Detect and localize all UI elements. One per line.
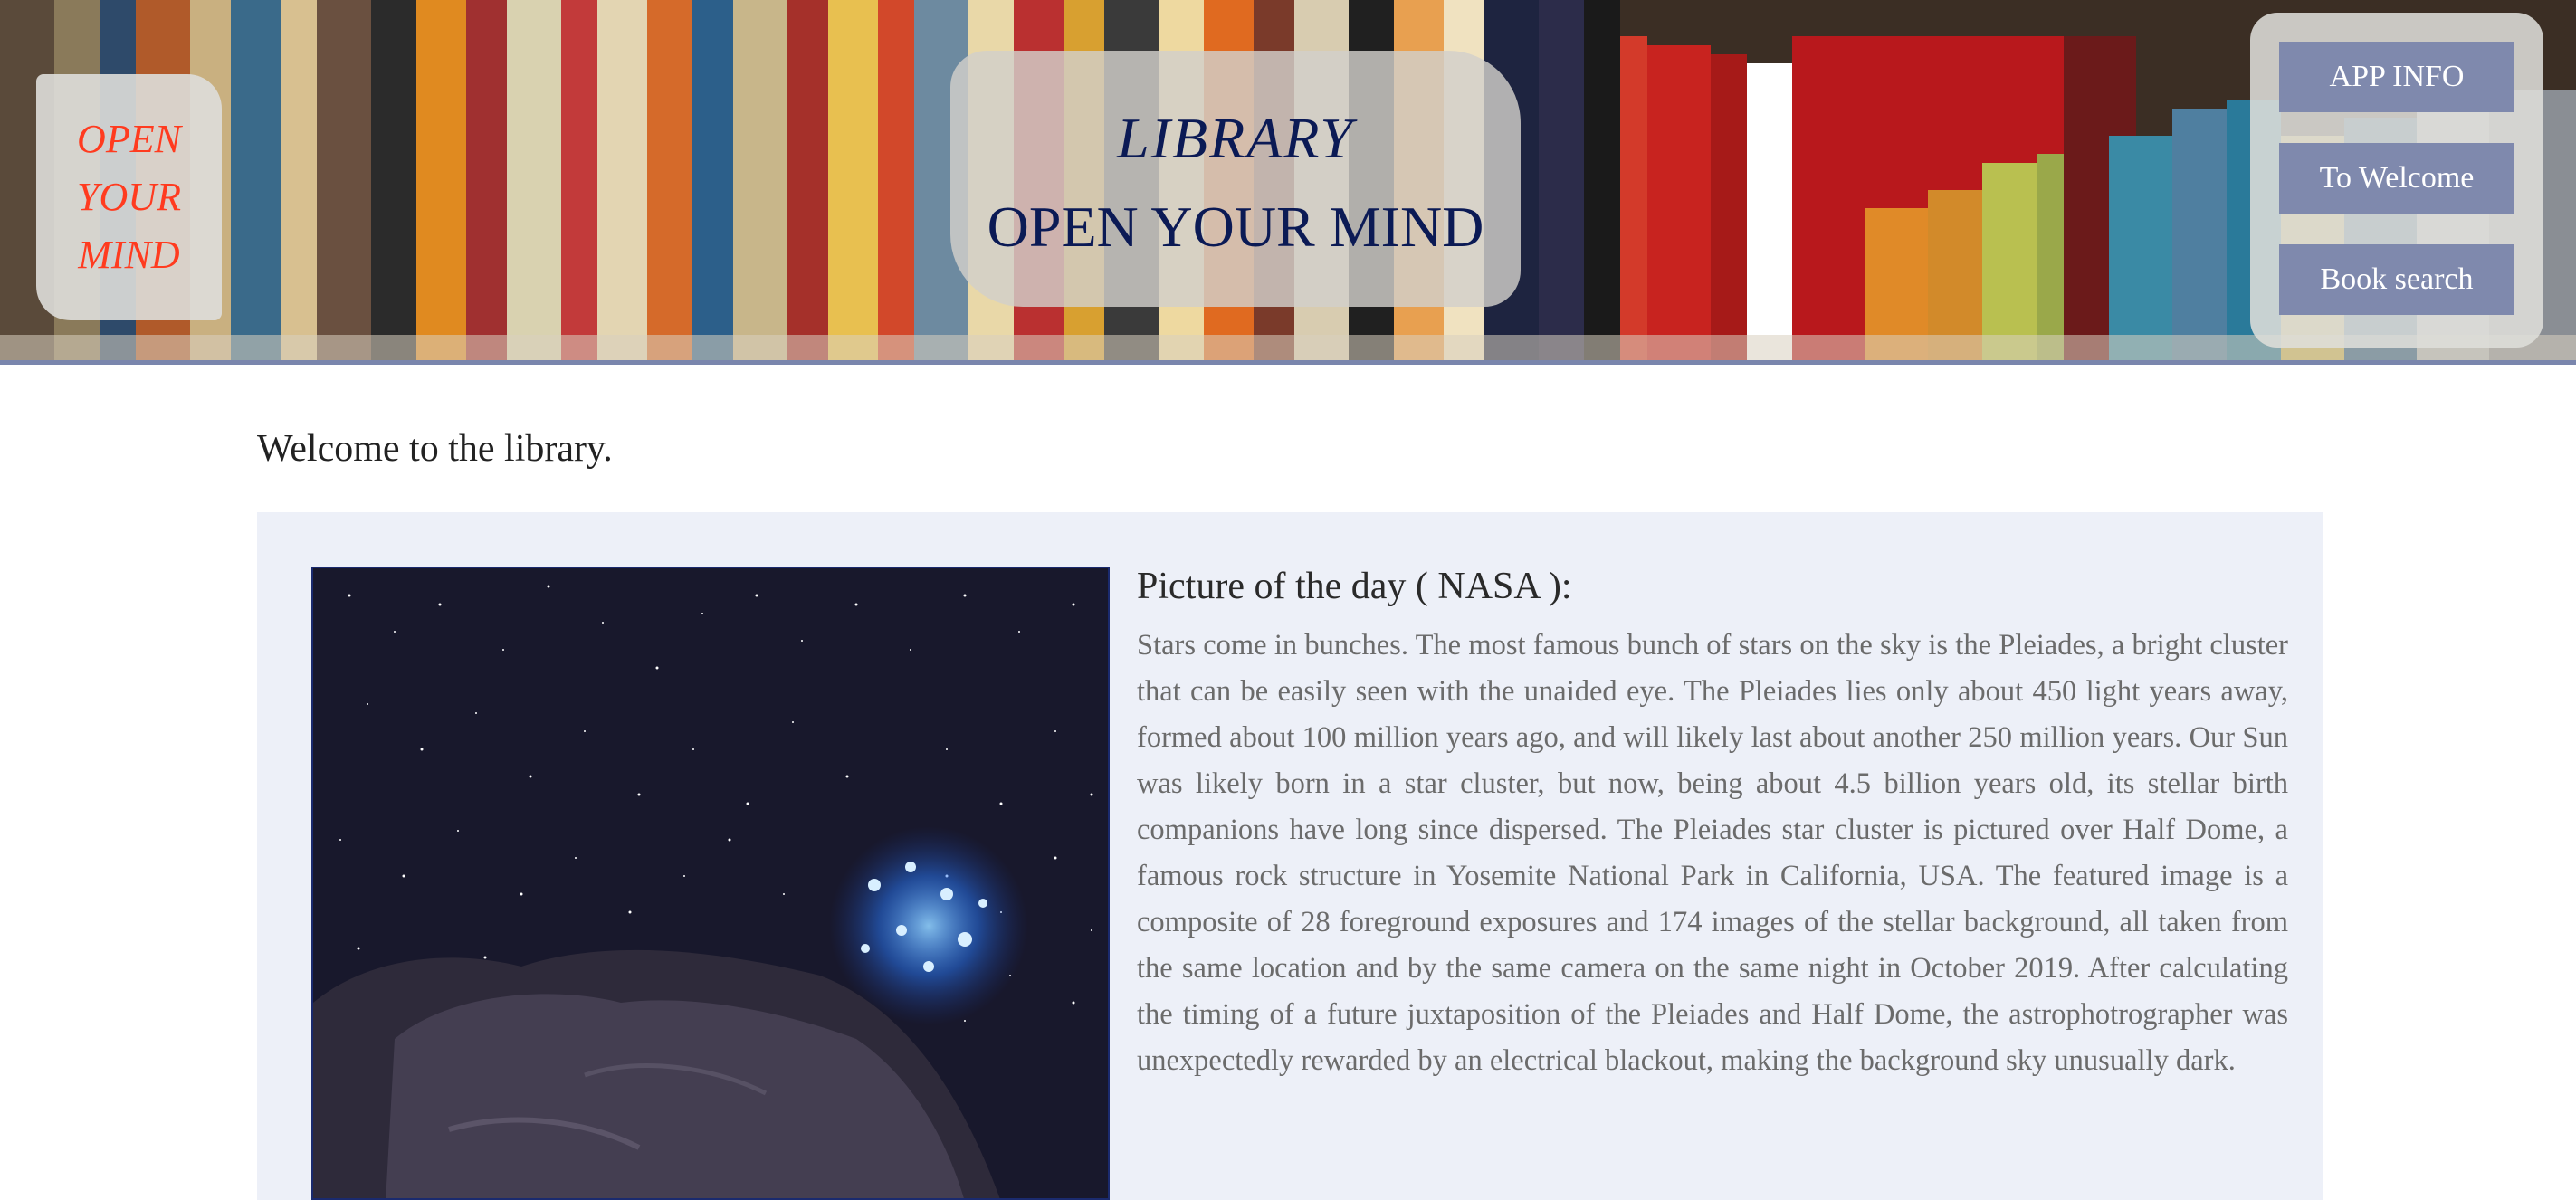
picture-description: Stars come in bunches. The most famous b…: [1137, 629, 2288, 1077]
to-welcome-button[interactable]: To Welcome: [2279, 143, 2514, 214]
site-subtitle: OPEN YOUR MIND: [987, 195, 1484, 259]
slogan-badge: OPEN YOUR MIND: [36, 74, 222, 320]
app-info-button[interactable]: APP INFO: [2279, 42, 2514, 112]
site-title: LIBRARY: [1117, 106, 1354, 170]
header-banner: OPEN YOUR MIND LIBRARY OPEN YOUR MIND AP…: [0, 0, 2576, 362]
nav-menu: APP INFO To Welcome Book search: [2250, 13, 2543, 348]
nasa-picture-image: [311, 567, 1110, 1200]
header-divider: [0, 360, 2576, 365]
site-title-box: LIBRARY OPEN YOUR MIND: [950, 51, 1521, 307]
welcome-heading: Welcome to the library.: [257, 428, 613, 470]
slogan-badge-text: OPEN YOUR MIND: [77, 117, 181, 277]
picture-heading: Picture of the day ( NASA ):: [1137, 566, 1572, 607]
book-search-button[interactable]: Book search: [2279, 244, 2514, 315]
picture-of-the-day-card: Picture of the day ( NASA ): Stars come …: [257, 512, 2323, 1200]
